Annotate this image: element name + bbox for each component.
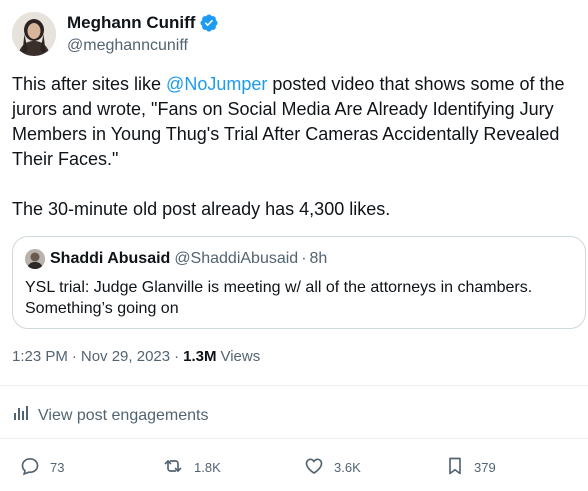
quoted-avatar (25, 249, 45, 269)
divider (0, 385, 588, 386)
quoted-header: Shaddi Abusaid @ShaddiAbusaid · 8h (25, 249, 327, 269)
tweet-header: Meghann Cuniff @meghanncuniff (12, 12, 572, 60)
quoted-author-name: Shaddi Abusaid (50, 250, 171, 267)
action-bar: 73 1.8K 3.6K 379 (0, 448, 588, 488)
like-icon (304, 456, 334, 479)
author-avatar[interactable] (12, 12, 56, 56)
author-handle[interactable]: @meghanncuniff (67, 37, 188, 55)
meta-separator: · (71, 348, 77, 365)
tweet-paragraph-2: The 30-minute old post already has 4,300… (12, 199, 391, 219)
like-count: 3.6K (334, 460, 361, 475)
tweet-meta: 1:23 PM · Nov 29, 2023 · 1.3M Views (12, 348, 260, 365)
quoted-time: 8h (309, 250, 328, 267)
views-count: 1.3M (183, 348, 217, 365)
repost-icon (162, 456, 194, 479)
quoted-text: YSL trial: Judge Glanville is meeting w/… (25, 279, 533, 317)
view-engagements-label: View post engagements (38, 406, 209, 424)
bookmark-count: 379 (474, 460, 496, 475)
analytics-icon (12, 404, 38, 427)
post-date[interactable]: Nov 29, 2023 (81, 348, 170, 365)
text-before-mention: This after sites like (12, 74, 167, 94)
bookmark-button[interactable]: 379 (446, 456, 496, 479)
divider (0, 438, 588, 439)
verified-badge-icon[interactable] (199, 13, 219, 33)
quoted-dot-separator: · (301, 250, 307, 267)
like-button[interactable]: 3.6K (304, 456, 361, 479)
bookmark-icon (446, 456, 474, 479)
repost-count: 1.8K (194, 460, 221, 475)
views-label: Views (220, 348, 261, 365)
view-engagements-link[interactable]: View post engagements (12, 404, 208, 427)
reply-count: 73 (50, 460, 65, 475)
author-name[interactable]: Meghann Cuniff (67, 13, 195, 33)
post-time[interactable]: 1:23 PM (12, 348, 68, 365)
repost-button[interactable]: 1.8K (162, 456, 221, 479)
quoted-tweet[interactable]: Shaddi Abusaid @ShaddiAbusaid · 8h YSL t… (12, 236, 586, 329)
meta-separator: · (174, 348, 180, 365)
author-name-row: Meghann Cuniff (67, 13, 219, 33)
reply-button[interactable]: 73 (20, 456, 64, 479)
reply-icon (20, 456, 50, 479)
tweet-paragraph-1: This after sites like @NoJumper posted v… (12, 72, 586, 172)
quoted-author-handle: @ShaddiAbusaid (174, 250, 299, 267)
tweet-text: This after sites like @NoJumper posted v… (12, 72, 586, 222)
mention-link[interactable]: @NoJumper (166, 74, 267, 94)
